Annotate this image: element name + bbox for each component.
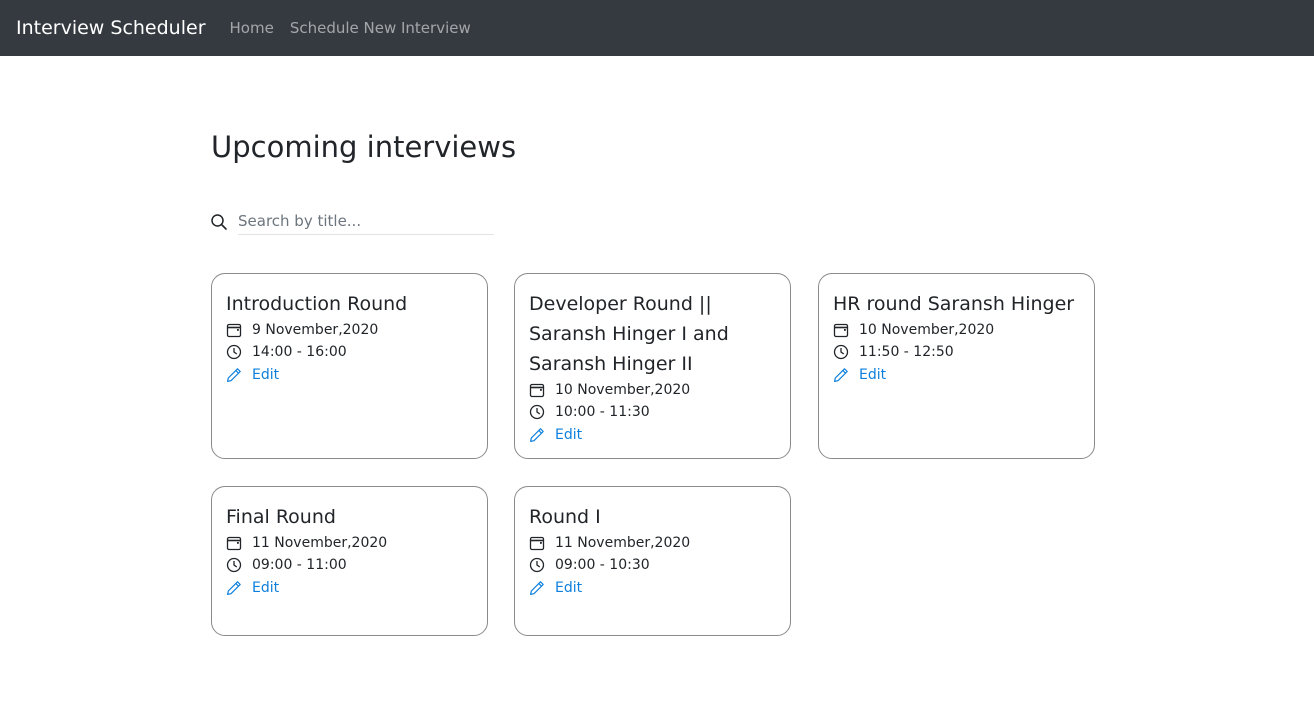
interview-date: 11 November,2020 (226, 532, 473, 554)
date-text: 11 November,2020 (555, 535, 691, 551)
interview-date: 9 November,2020 (226, 319, 473, 341)
interview-card: Introduction Round 9 November,2020 14:00… (211, 273, 488, 459)
edit-action[interactable]: Edit (226, 576, 473, 600)
interview-title: HR round Saransh Hinger (833, 293, 1075, 315)
nav-link-home[interactable]: Home (230, 19, 274, 37)
calendar-icon (529, 536, 545, 551)
calendar-icon (226, 323, 242, 338)
clock-icon (529, 404, 545, 420)
time-text: 09:00 - 11:00 (252, 557, 347, 573)
interview-card: HR round Saransh Hinger 10 November,2020… (818, 273, 1095, 459)
edit-action[interactable]: Edit (226, 363, 473, 387)
search-bar (210, 208, 494, 236)
pencil-icon (530, 428, 544, 442)
time-text: 14:00 - 16:00 (252, 344, 347, 360)
interview-time: 11:50 - 12:50 (833, 341, 1080, 363)
date-text: 10 November,2020 (859, 322, 995, 338)
time-text: 09:00 - 10:30 (555, 557, 650, 573)
time-text: 11:50 - 12:50 (859, 344, 954, 360)
calendar-icon (833, 323, 849, 338)
interview-date: 11 November,2020 (529, 532, 776, 554)
date-text: 11 November,2020 (252, 535, 388, 551)
interview-time: 09:00 - 10:30 (529, 554, 776, 576)
interview-card: Final Round 11 November,2020 09:00 - 11:… (211, 486, 488, 636)
edit-link[interactable]: Edit (555, 427, 582, 443)
interview-time: 09:00 - 11:00 (226, 554, 473, 576)
interview-date: 10 November,2020 (529, 379, 776, 401)
interview-title: Final Round (226, 506, 336, 528)
pencil-icon (227, 368, 241, 382)
calendar-icon (529, 383, 545, 398)
date-text: 9 November,2020 (252, 322, 379, 338)
clock-icon (833, 344, 849, 360)
page-title: Upcoming interviews (211, 130, 517, 164)
brand[interactable]: Interview Scheduler (16, 17, 206, 39)
interview-card: Round I 11 November,2020 09:00 - 10:30 E… (514, 486, 791, 636)
edit-link[interactable]: Edit (252, 580, 279, 596)
edit-link[interactable]: Edit (252, 367, 279, 383)
pencil-icon (227, 581, 241, 595)
pencil-icon (530, 581, 544, 595)
search-input[interactable] (238, 208, 494, 235)
interview-card: Developer Round || Saransh Hinger I and … (514, 273, 791, 459)
calendar-icon (226, 536, 242, 551)
edit-link[interactable]: Edit (859, 367, 886, 383)
clock-icon (529, 557, 545, 573)
interview-time: 10:00 - 11:30 (529, 401, 776, 423)
navbar: Interview Scheduler Home Schedule New In… (0, 0, 1314, 56)
clock-icon (226, 557, 242, 573)
interview-title: Developer Round || Saransh Hinger I and … (529, 293, 729, 375)
edit-action[interactable]: Edit (529, 576, 776, 600)
clock-icon (226, 344, 242, 360)
search-icon (211, 214, 227, 230)
edit-action[interactable]: Edit (529, 423, 776, 447)
interview-time: 14:00 - 16:00 (226, 341, 473, 363)
date-text: 10 November,2020 (555, 382, 691, 398)
interview-title: Introduction Round (226, 293, 408, 315)
time-text: 10:00 - 11:30 (555, 404, 650, 420)
edit-link[interactable]: Edit (555, 580, 582, 596)
pencil-icon (834, 368, 848, 382)
interview-date: 10 November,2020 (833, 319, 1080, 341)
nav-link-schedule-new-interview[interactable]: Schedule New Interview (290, 19, 471, 37)
interview-title: Round I (529, 506, 601, 528)
edit-action[interactable]: Edit (833, 363, 1080, 387)
